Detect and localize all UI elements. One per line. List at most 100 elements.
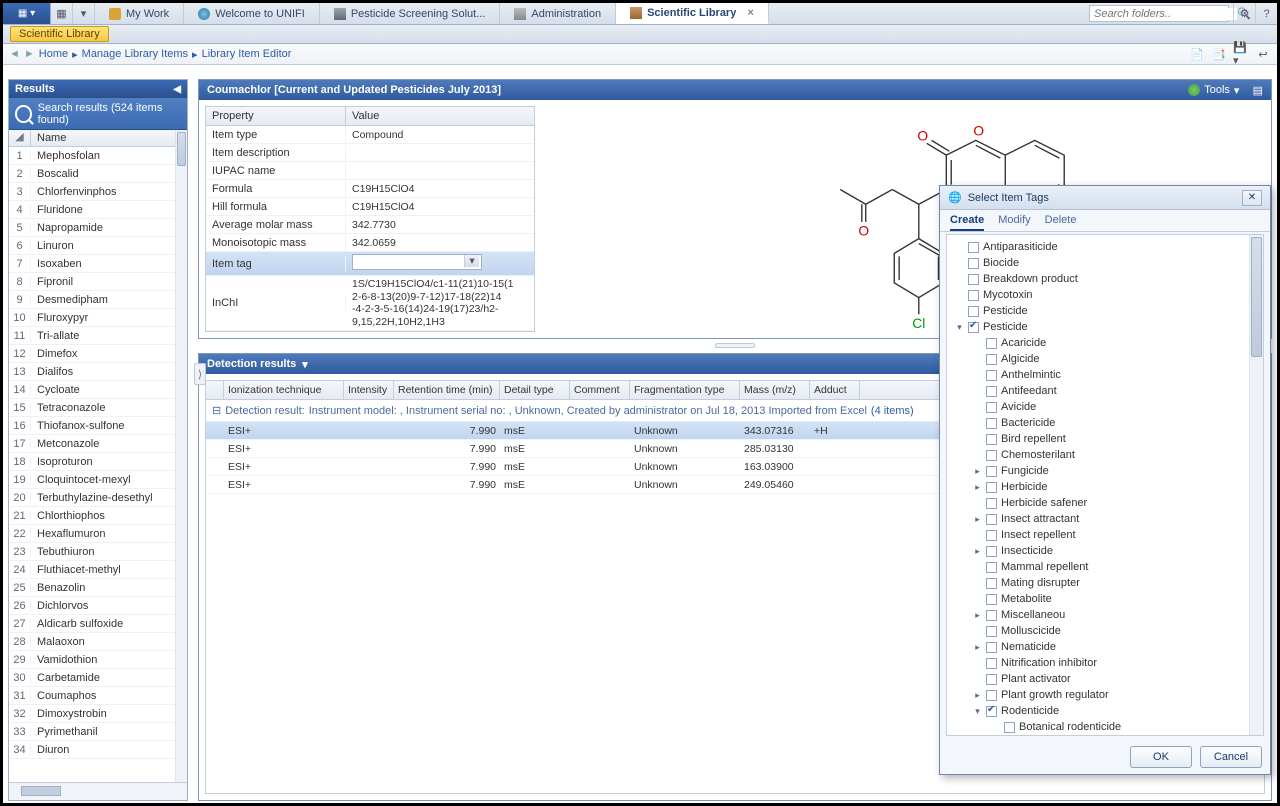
list-item[interactable]: 25Benazolin bbox=[9, 579, 187, 597]
checkbox[interactable] bbox=[986, 482, 997, 493]
copy-icon[interactable]: 📄 bbox=[1189, 46, 1205, 62]
editor-tools[interactable]: Tools ▾ ▤ bbox=[1188, 84, 1263, 97]
checkbox[interactable] bbox=[986, 466, 997, 477]
nav-fwd-icon[interactable]: ► bbox=[24, 48, 35, 60]
checkbox[interactable] bbox=[968, 258, 979, 269]
detection-col-header[interactable]: Mass (m/z) bbox=[740, 381, 810, 399]
list-item[interactable]: 21Chlorthiophos bbox=[9, 507, 187, 525]
tree-node[interactable]: Breakdown product bbox=[949, 271, 1261, 287]
list-item[interactable]: 9Desmedipham bbox=[9, 291, 187, 309]
list-item[interactable]: 31Coumaphos bbox=[9, 687, 187, 705]
dialog-tab-create[interactable]: Create bbox=[950, 214, 984, 231]
checkbox[interactable] bbox=[986, 434, 997, 445]
tree-node[interactable]: ▸Nematicide bbox=[949, 639, 1261, 655]
view-dropdown-button[interactable]: ▾ bbox=[73, 3, 95, 24]
collapse-icon[interactable]: ◀ bbox=[173, 84, 181, 95]
detection-col-header[interactable] bbox=[206, 381, 224, 399]
expand-icon[interactable]: ▸ bbox=[973, 610, 982, 621]
list-item[interactable]: 19Cloquintocet-mexyl bbox=[9, 471, 187, 489]
checkbox[interactable] bbox=[986, 658, 997, 669]
checkbox[interactable] bbox=[986, 674, 997, 685]
tree-node[interactable]: Anthelmintic bbox=[949, 367, 1261, 383]
checkbox[interactable] bbox=[986, 530, 997, 541]
tree-node[interactable]: ▸Insect attractant bbox=[949, 511, 1261, 527]
tree-node[interactable]: Herbicide safener bbox=[949, 495, 1261, 511]
value-col-header[interactable]: Value bbox=[346, 107, 385, 125]
detection-col-header[interactable]: Intensity bbox=[344, 381, 394, 399]
detection-col-header[interactable]: Detail type bbox=[500, 381, 570, 399]
list-item[interactable]: 14Cycloate bbox=[9, 381, 187, 399]
tree-node[interactable]: Mycotoxin bbox=[949, 287, 1261, 303]
tree-node[interactable]: ▸Insecticide bbox=[949, 543, 1261, 559]
checkbox[interactable] bbox=[986, 338, 997, 349]
list-item[interactable]: 30Carbetamide bbox=[9, 669, 187, 687]
list-item[interactable]: 15Tetraconazole bbox=[9, 399, 187, 417]
checkbox[interactable] bbox=[986, 562, 997, 573]
expand-icon[interactable]: ▸ bbox=[973, 690, 982, 701]
checkbox[interactable] bbox=[986, 578, 997, 589]
checkbox[interactable] bbox=[968, 306, 979, 317]
tree-node[interactable]: ▸Miscellaneou bbox=[949, 607, 1261, 623]
checkbox[interactable] bbox=[1004, 722, 1015, 733]
breadcrumb-2[interactable]: Library Item Editor bbox=[202, 48, 292, 60]
item-tag-dropdown[interactable] bbox=[352, 254, 482, 270]
list-item[interactable]: 34Diuron bbox=[9, 741, 187, 759]
list-item[interactable]: 12Dimefox bbox=[9, 345, 187, 363]
tree-node[interactable]: Molluscicide bbox=[949, 623, 1261, 639]
list-item[interactable]: 20Terbuthylazine-desethyl bbox=[9, 489, 187, 507]
tree-node[interactable]: ▸Fungicide bbox=[949, 463, 1261, 479]
checkbox[interactable] bbox=[986, 370, 997, 381]
checkbox[interactable] bbox=[986, 498, 997, 509]
tree-node[interactable]: Avicide bbox=[949, 399, 1261, 415]
list-item[interactable]: 28Malaoxon bbox=[9, 633, 187, 651]
tree-node[interactable]: Pesticide bbox=[949, 303, 1261, 319]
property-col-header[interactable]: Property bbox=[206, 107, 346, 125]
expand-icon[interactable]: ▸ bbox=[973, 466, 982, 477]
tree-node[interactable]: Antifeedant bbox=[949, 383, 1261, 399]
tree-node[interactable]: ▸Plant growth regulator bbox=[949, 687, 1261, 703]
tree-node[interactable]: ▾Rodenticide bbox=[949, 703, 1261, 719]
checkbox[interactable] bbox=[986, 706, 997, 717]
tree-node[interactable]: Mammal repellent bbox=[949, 559, 1261, 575]
expand-icon[interactable]: ▸ bbox=[973, 546, 982, 557]
detection-col-header[interactable]: Retention time (min) bbox=[394, 381, 500, 399]
list-item[interactable]: 11Tri-allate bbox=[9, 327, 187, 345]
expand-icon[interactable]: ▾ bbox=[973, 706, 982, 717]
editor-menu-icon[interactable]: ▤ bbox=[1253, 84, 1263, 97]
dialog-tab-delete[interactable]: Delete bbox=[1045, 214, 1077, 231]
checkbox[interactable] bbox=[986, 610, 997, 621]
ok-button[interactable]: OK bbox=[1130, 746, 1192, 768]
checkbox[interactable] bbox=[986, 546, 997, 557]
list-item[interactable]: 27Aldicarb sulfoxide bbox=[9, 615, 187, 633]
detection-col-header[interactable]: Adduct bbox=[810, 381, 860, 399]
checkbox[interactable] bbox=[968, 322, 979, 333]
tree-node[interactable]: Botanical rodenticide bbox=[949, 719, 1261, 735]
tree-node[interactable]: Bactericide bbox=[949, 415, 1261, 431]
list-item[interactable]: 1Mephosfolan bbox=[9, 147, 187, 165]
tree-node[interactable]: Insect repellent bbox=[949, 527, 1261, 543]
expand-icon[interactable]: ▾ bbox=[955, 322, 964, 333]
name-column-header[interactable]: Name bbox=[31, 130, 187, 146]
tree-node[interactable]: Antiparasiticide bbox=[949, 239, 1261, 255]
tree-node[interactable]: Chemosterilant bbox=[949, 447, 1261, 463]
save-icon[interactable]: 💾▾ bbox=[1233, 46, 1249, 62]
folder-search-input[interactable] bbox=[1094, 8, 1237, 20]
cancel-button[interactable]: Cancel bbox=[1200, 746, 1262, 768]
list-item[interactable]: 24Fluthiacet-methyl bbox=[9, 561, 187, 579]
list-item[interactable]: 16Thiofanox-sulfone bbox=[9, 417, 187, 435]
tree-vscrollbar[interactable] bbox=[1249, 235, 1263, 735]
checkbox[interactable] bbox=[986, 354, 997, 365]
list-item[interactable]: 13Dialifos bbox=[9, 363, 187, 381]
tab-scientific-library[interactable]: Scientific Library× bbox=[616, 3, 769, 24]
tree-node[interactable]: Mating disrupter bbox=[949, 575, 1261, 591]
help-icon[interactable]: ? bbox=[1255, 3, 1277, 24]
list-item[interactable]: 5Napropamide bbox=[9, 219, 187, 237]
list-item[interactable]: 23Tebuthiuron bbox=[9, 543, 187, 561]
checkbox[interactable] bbox=[986, 402, 997, 413]
folder-search[interactable]: 🔍 bbox=[1089, 5, 1229, 22]
list-item[interactable]: 17Metconazole bbox=[9, 435, 187, 453]
property-row[interactable]: Item tag bbox=[206, 252, 534, 276]
results-vscrollbar[interactable] bbox=[175, 130, 187, 782]
tree-node[interactable]: Carbanilate rodenticide bbox=[949, 735, 1261, 736]
checkbox[interactable] bbox=[968, 290, 979, 301]
